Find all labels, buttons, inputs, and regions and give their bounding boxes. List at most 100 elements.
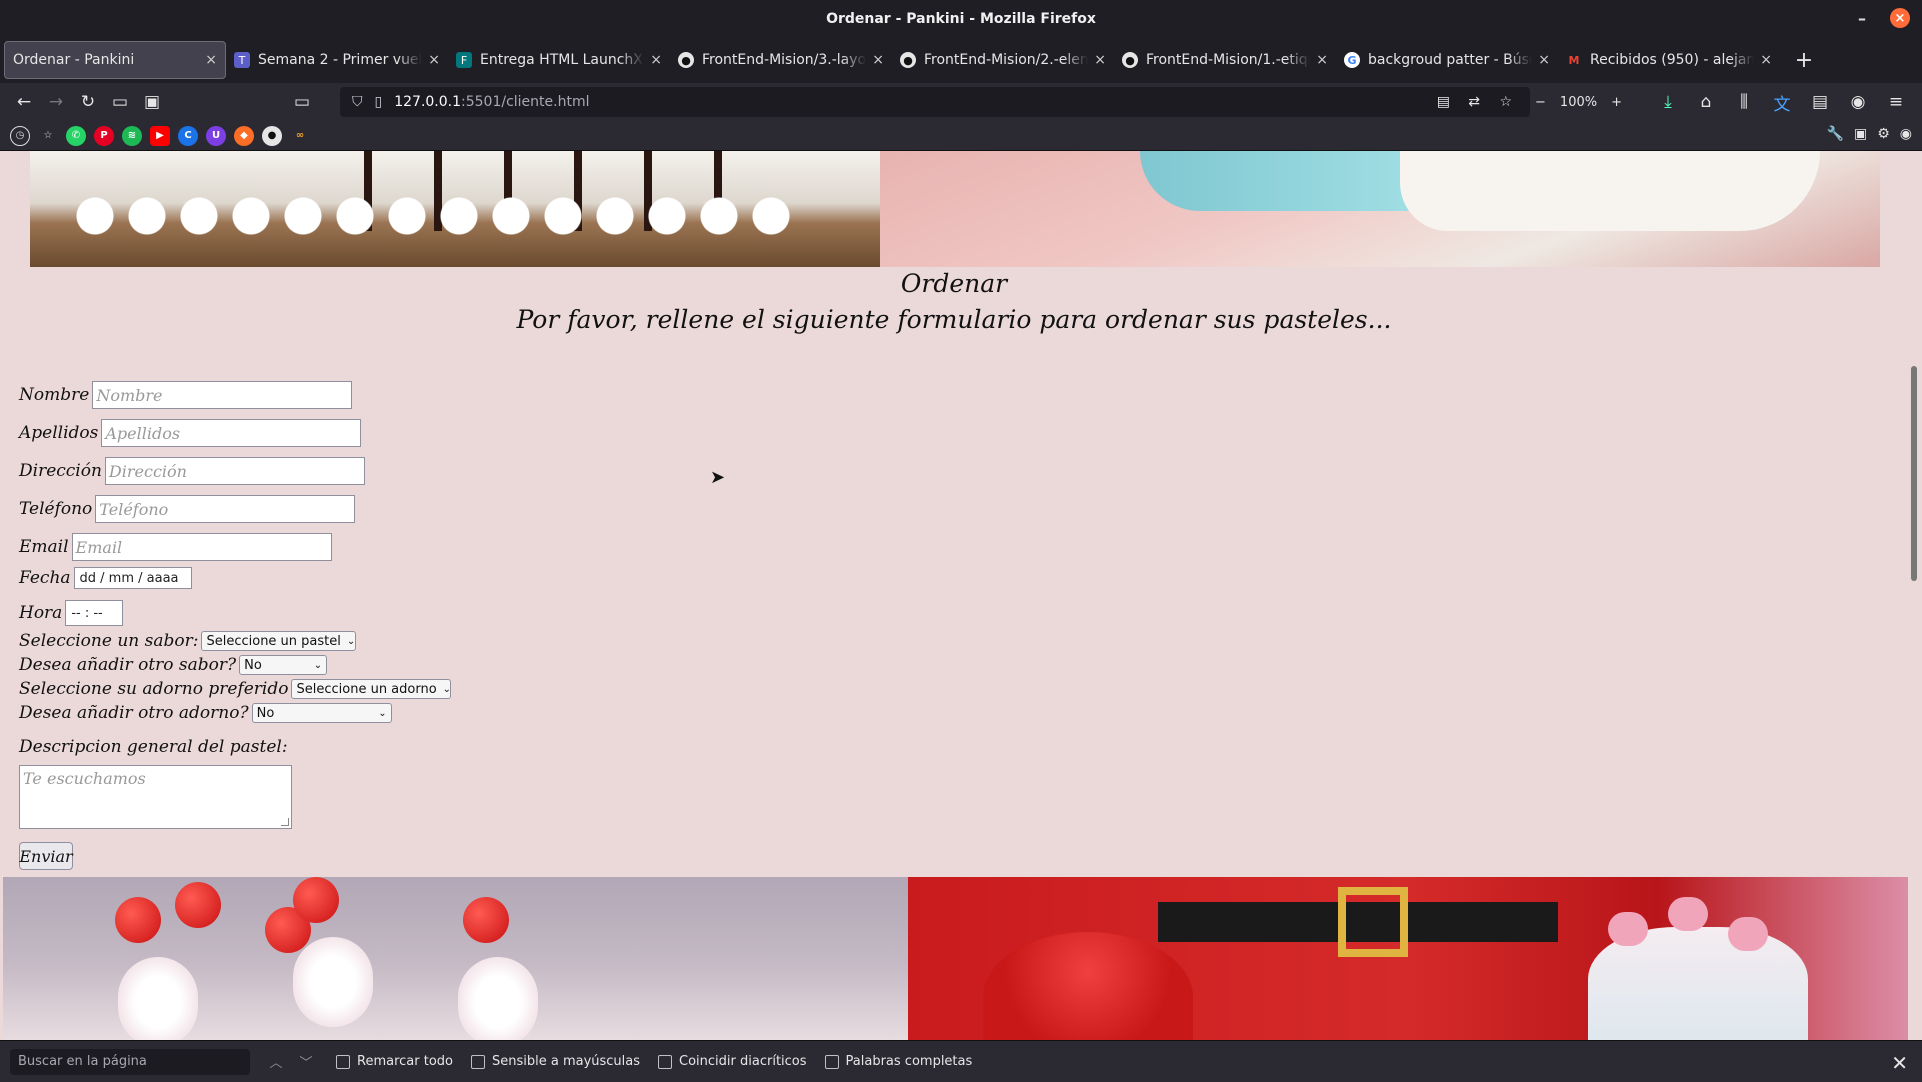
chevron-down-icon: ⌄ [378,707,387,719]
cherry [175,882,221,928]
highlight-all-label: Remarcar todo [357,1054,453,1069]
tab-strip: Ordenar - Pankini × T Semana 2 - Primer … [0,37,1922,83]
forward-icon[interactable]: → [40,86,72,118]
tab-close-icon[interactable]: × [205,52,217,68]
home-icon[interactable]: ⌂ [1690,86,1722,118]
page-title: Ordenar [900,269,1008,298]
sabor-select[interactable]: Seleccione un pastel ⌄ [201,631,357,651]
resize-grip-icon[interactable] [281,818,289,826]
match-diacritics-checkbox[interactable] [658,1054,673,1069]
telefono-input[interactable]: Teléfono [95,495,356,523]
find-input[interactable]: Buscar en la página [10,1048,250,1075]
reload-icon[interactable]: ↻ [72,86,104,118]
zoom-level[interactable]: 100% [1560,95,1597,110]
submit-button[interactable]: Enviar [19,842,73,870]
bookmark-star-icon[interactable]: ☆ [1499,94,1512,110]
whole-words-checkbox[interactable] [824,1054,839,1069]
email-input[interactable]: Email [71,533,332,561]
page-scrollbar[interactable] [1908,151,1922,1040]
apellidos-input[interactable]: Apellidos [101,419,362,447]
tab-close-icon[interactable]: × [1094,52,1106,68]
screenshot-icon[interactable]: ▣ [136,86,168,118]
account-icon[interactable]: ◉ [1842,86,1874,118]
direccion-input[interactable]: Dirección [104,457,365,485]
minimize-icon[interactable]: – [1852,8,1872,28]
reader-view-icon[interactable]: ▤ [1437,94,1450,110]
profile-icon[interactable]: ◉ [1900,126,1912,142]
tab-semana-2[interactable]: T Semana 2 - Primer vuelo 🎓 ✈️ × [226,41,448,79]
sidebar-icon[interactable]: ▭ [286,86,318,118]
close-window-icon[interactable]: × [1890,8,1910,28]
zoom-in-button[interactable]: + [1611,95,1622,110]
tab-close-icon[interactable]: × [1316,52,1328,68]
history-icon[interactable]: ◷ [10,125,30,146]
otro-adorno-select[interactable]: No ⌄ [251,703,392,723]
folder-icon[interactable]: ▭ [104,86,136,118]
spotify-icon[interactable]: ≋ [122,125,142,146]
tab-entrega-html[interactable]: F Entrega HTML LaunchX × [448,41,670,79]
youtube-icon[interactable]: ▶ [150,125,170,146]
page-icon[interactable]: ▯ [375,94,383,110]
library-icon[interactable]: ⫼ [1728,86,1760,118]
cream-puff [293,937,373,1027]
close-findbar-icon[interactable]: ✕ [1891,1051,1908,1075]
find-next-icon[interactable]: ﹀ [294,1052,318,1071]
tab-ordenar-pankini[interactable]: Ordenar - Pankini × [4,41,226,79]
puzzle-icon[interactable]: ⚙ [1877,126,1890,142]
direccion-label: Dirección [19,461,102,481]
hora-input[interactable]: -- : -- [65,600,124,626]
infinity-icon[interactable]: ∞ [290,126,310,146]
mouse-cursor-icon: ➤ [710,467,726,488]
tab-gmail[interactable]: M Recibidos (950) - alejandro × [1558,41,1780,79]
whatsapp-icon[interactable]: ✆ [66,125,86,146]
adorno-select[interactable]: Seleccione un adorno ⌄ [291,679,452,699]
tab-label: FrontEnd-Mision/1.-etiqueta [1146,52,1310,68]
bookmark-add-icon[interactable]: ☆ [38,126,58,146]
new-tab-button[interactable]: + [1788,44,1820,76]
tab-close-icon[interactable]: × [1538,52,1550,68]
pinterest-icon[interactable]: P [94,125,114,146]
otro-sabor-select-value: No [244,657,262,673]
scrollbar-thumb[interactable] [1911,366,1917,581]
find-previous-icon[interactable]: ︿ [264,1052,288,1071]
u-icon[interactable]: U [206,125,226,146]
c-icon[interactable]: C [178,125,198,146]
frosting [1400,151,1820,231]
extension-icon[interactable]: ▤ [1804,86,1836,118]
tab-close-icon[interactable]: × [872,52,884,68]
shield-icon[interactable]: ⛉ [352,94,363,110]
otro-sabor-select[interactable]: No ⌄ [239,655,328,675]
github-bookmark-icon[interactable]: ● [262,125,282,146]
descripcion-textarea[interactable]: Te escuchamos [19,765,292,829]
cream-puff [118,957,198,1040]
tab-close-icon[interactable]: × [1760,52,1772,68]
translate-extension-icon[interactable]: 文 [1766,86,1798,118]
screenshot-tool-icon[interactable]: ▣ [1854,126,1867,142]
zoom-out-button[interactable]: − [1535,95,1546,110]
highlight-all-option[interactable]: Remarcar todo [336,1054,453,1069]
window-title: Ordenar - Pankini - Mozilla Firefox [826,10,1096,27]
tab-close-icon[interactable]: × [428,52,440,68]
wrench-icon[interactable]: 🔧 [1827,126,1844,142]
tab-close-icon[interactable]: × [650,52,662,68]
match-diacritics-option[interactable]: Coincidir diacríticos [658,1054,807,1069]
descripcion-label: Descripcion general del pastel: [19,737,288,757]
highlight-all-checkbox[interactable] [336,1054,350,1069]
nombre-input[interactable]: Nombre [92,381,353,409]
url-bar[interactable]: ⛉ ▯ 127.0.0.1:5501/cliente.html ▤ ⇄ ☆ [340,87,1530,117]
whole-words-option[interactable]: Palabras completas [824,1054,972,1069]
tab-frontend-3[interactable]: ● FrontEnd-Mision/3.-layoutY × [670,41,892,79]
translate-icon[interactable]: ⇄ [1468,94,1480,110]
tab-frontend-2[interactable]: ● FrontEnd-Mision/2.-element × [892,41,1114,79]
fecha-input[interactable]: dd / mm / aaaa [73,567,192,589]
google-icon: G [1344,52,1360,68]
gitlab-icon[interactable]: ◆ [234,125,254,146]
download-icon[interactable]: ⤓ [1652,86,1684,118]
tab-frontend-1[interactable]: ● FrontEnd-Mision/1.-etiqueta × [1114,41,1336,79]
match-case-option[interactable]: Sensible a mayúsculas [470,1054,640,1069]
menu-icon[interactable]: ≡ [1880,86,1912,118]
tab-label: Recibidos (950) - alejandro [1590,52,1755,68]
back-icon[interactable]: ← [8,86,40,118]
match-case-checkbox[interactable] [470,1054,485,1069]
tab-google-search[interactable]: G backgroud patter - Búsqued × [1336,41,1558,79]
